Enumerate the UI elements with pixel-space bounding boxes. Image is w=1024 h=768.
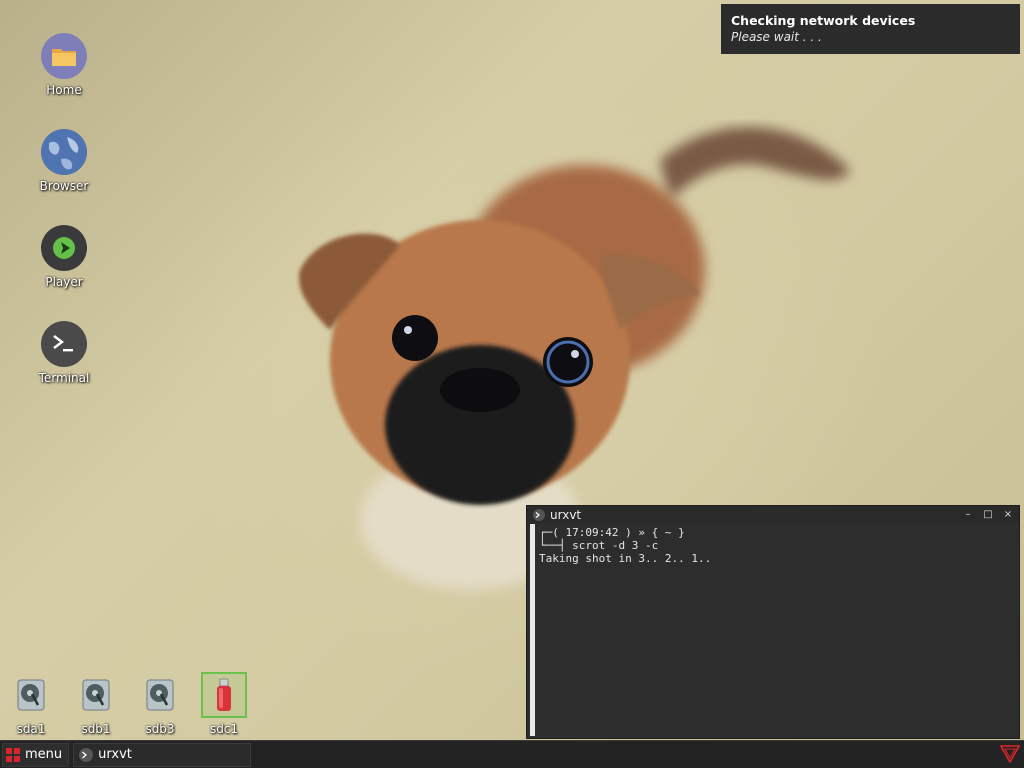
taskbar-item-label: urxvt bbox=[98, 747, 132, 762]
desktop-icon-label: Player bbox=[45, 275, 83, 289]
hard-disk-icon bbox=[137, 672, 183, 718]
terminal-line: └──┤ scrot -d 3 -c bbox=[539, 539, 659, 552]
drive-label: sdb1 bbox=[81, 722, 111, 736]
drive-sdb1[interactable]: sdb1 bbox=[68, 672, 124, 736]
drive-label: sda1 bbox=[16, 722, 46, 736]
terminal-line: Taking shot in 3.. 2.. 1.. bbox=[539, 552, 712, 565]
terminal-icon bbox=[533, 509, 545, 521]
taskbar: menu urxvt bbox=[0, 740, 1024, 768]
terminal-titlebar[interactable]: urxvt – □ × bbox=[527, 506, 1019, 524]
play-icon bbox=[41, 225, 87, 271]
hard-disk-icon bbox=[73, 672, 119, 718]
drive-sdb3[interactable]: sdb3 bbox=[132, 672, 188, 736]
maximize-button[interactable]: □ bbox=[981, 508, 995, 522]
terminal-body[interactable]: ┌─( 17:09:42 ) » { ~ } └──┤ scrot -d 3 -… bbox=[527, 524, 1019, 738]
terminal-scrollbar[interactable] bbox=[530, 524, 535, 736]
terminal-icon bbox=[41, 321, 87, 367]
notification-popup[interactable]: Checking network devices Please wait . .… bbox=[721, 4, 1020, 54]
desktop-icon-player[interactable]: Player bbox=[24, 225, 104, 289]
terminal-title: urxvt bbox=[550, 508, 582, 522]
desktop-icon-terminal[interactable]: Terminal bbox=[24, 321, 104, 385]
drive-label: sdb3 bbox=[145, 722, 175, 736]
notification-body: Please wait . . . bbox=[731, 30, 822, 44]
globe-icon bbox=[41, 129, 87, 175]
drive-label: sdc1 bbox=[209, 722, 239, 736]
desktop-icon-browser[interactable]: Browser bbox=[24, 129, 104, 193]
desktop-icon-home[interactable]: Home bbox=[24, 33, 104, 97]
drive-sdc1[interactable]: sdc1 bbox=[196, 672, 252, 736]
terminal-output: ┌─( 17:09:42 ) » { ~ } └──┤ scrot -d 3 -… bbox=[539, 526, 711, 565]
network-warning-icon[interactable] bbox=[1000, 745, 1020, 763]
minimize-button[interactable]: – bbox=[961, 508, 975, 522]
desktop-icon-label: Terminal bbox=[38, 371, 90, 385]
desktop-icon-label: Browser bbox=[39, 179, 89, 193]
hard-disk-icon bbox=[8, 672, 54, 718]
drive-sda1[interactable]: sda1 bbox=[3, 672, 59, 736]
desktop-icon-label: Home bbox=[46, 83, 82, 97]
taskbar-item-urxvt[interactable]: urxvt bbox=[73, 742, 252, 767]
menu-grid-icon bbox=[6, 747, 20, 762]
terminal-window[interactable]: urxvt – □ × ┌─( 17:09:42 ) » { ~ } └──┤ … bbox=[526, 505, 1020, 739]
terminal-line: ┌─( 17:09:42 ) » { ~ } bbox=[539, 526, 685, 539]
close-button[interactable]: × bbox=[1001, 508, 1015, 522]
terminal-icon bbox=[79, 747, 94, 762]
usb-drive-icon bbox=[201, 672, 247, 718]
menu-label: menu bbox=[25, 747, 63, 762]
folder-icon bbox=[41, 33, 87, 79]
menu-button[interactable]: menu bbox=[2, 742, 70, 767]
notification-title: Checking network devices bbox=[731, 13, 916, 28]
